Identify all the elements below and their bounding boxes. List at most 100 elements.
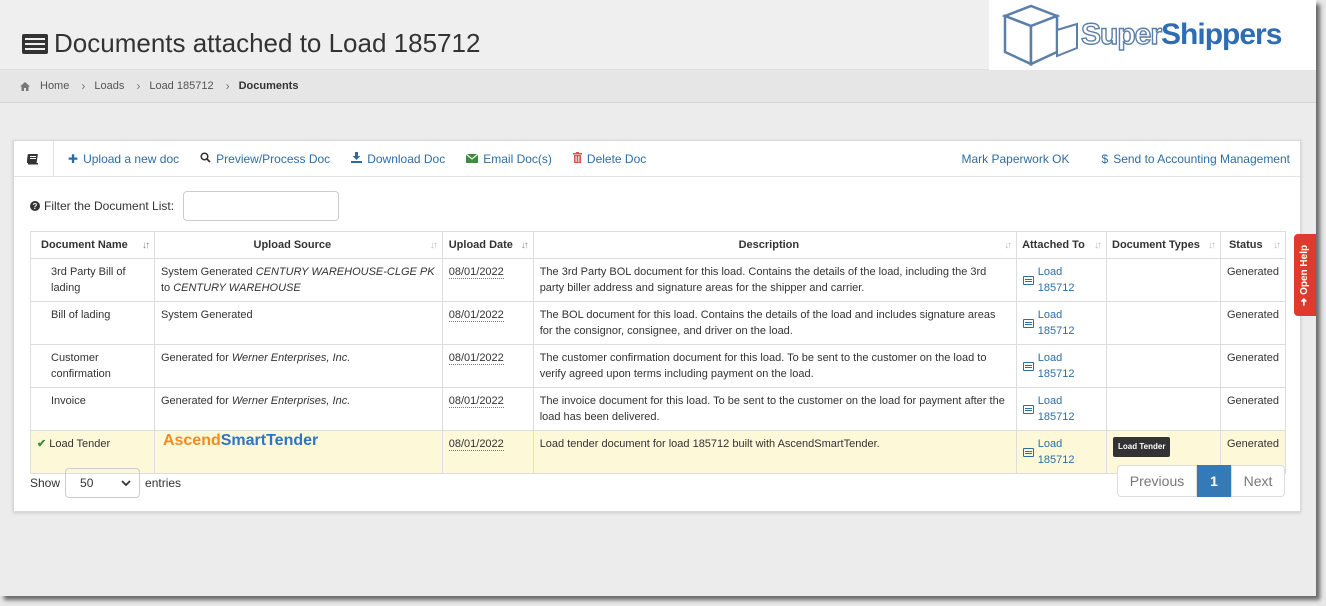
envelope-icon <box>465 152 479 166</box>
header-label: Attached To <box>1022 239 1085 251</box>
open-help-text: Open Help <box>1299 244 1311 295</box>
previous-page-button[interactable]: Previous <box>1117 465 1197 497</box>
cell-upload-date: 08/01/2022 <box>441 258 534 302</box>
entries-label: entries <box>145 476 182 490</box>
header-description[interactable]: Description ↓↑ <box>532 231 1018 259</box>
open-help-label: ➜ Open Help <box>1300 244 1311 305</box>
header-upload-source[interactable]: Upload Source ↓↑ <box>153 231 443 259</box>
page-header: Documents attached to Load 185712 SuperS… <box>0 0 1316 70</box>
chevron-right-icon: › <box>225 79 230 93</box>
sort-icon: ↓↑ <box>1004 240 1012 251</box>
attached-load-label: Load 185712 <box>1037 395 1075 423</box>
brand-smarttender: SmartTender <box>220 432 319 449</box>
attached-load-link[interactable]: Load 185712 <box>1023 307 1100 339</box>
source-prefix: System Generated <box>160 266 253 278</box>
cell-description: The customer confirmation document for t… <box>532 344 1018 388</box>
book-icon[interactable] <box>14 140 54 177</box>
cell-document-types <box>1106 344 1221 388</box>
sort-alpha-icon: ↓↑ <box>141 240 150 251</box>
header-document-name[interactable]: Document Name ↓↑ <box>30 231 155 259</box>
sort-icon: ↓↑ <box>1094 240 1102 251</box>
cell-upload-source: System Generated <box>153 301 443 345</box>
source-company: Werner Enterprises, Inc. <box>231 395 351 407</box>
breadcrumb-loads[interactable]: Loads <box>94 80 124 92</box>
attached-load-label: Load 185712 <box>1037 309 1075 337</box>
entries-per-page: Show 50 entries <box>30 468 181 498</box>
page-1-button[interactable]: 1 <box>1197 465 1231 497</box>
list-alt-icon <box>1023 404 1034 414</box>
cell-upload-date: 08/01/2022 <box>441 301 534 345</box>
cell-attached-to: Load 185712 <box>1016 301 1108 345</box>
entries-select[interactable]: 50 <box>65 468 141 498</box>
source-from: CENTURY WAREHOUSE-CLGE PK <box>255 266 435 278</box>
attached-load-link[interactable]: Load 185712 <box>1023 436 1100 468</box>
toolbar: ✚ Upload a new doc Preview/Process Doc Do… <box>14 140 1300 177</box>
upload-doc-label: Upload a new doc <box>83 151 180 166</box>
send-to-accounting-button[interactable]: $ Send to Accounting Management <box>1102 152 1290 166</box>
show-label: Show <box>30 476 61 490</box>
cell-status: Generated <box>1219 387 1287 431</box>
chevron-right-icon: › <box>136 79 141 93</box>
source-prefix: Generated for <box>160 352 229 364</box>
breadcrumb-home[interactable]: Home <box>40 80 69 92</box>
header-label: Document Types <box>1112 239 1200 251</box>
list-alt-icon <box>1023 447 1034 457</box>
table-row[interactable]: 3rd Party Bill of lading System Generate… <box>30 258 1287 302</box>
upload-doc-button[interactable]: ✚ Upload a new doc <box>68 152 179 166</box>
header-status[interactable]: Status ↓↑ <box>1219 231 1287 259</box>
cell-description: The 3rd Party BOL document for this load… <box>532 258 1018 302</box>
table-row[interactable]: Bill of lading System Generated 08/01/20… <box>30 301 1287 345</box>
cell-document-name: Bill of lading <box>30 301 155 345</box>
sort-icon: ↓↑ <box>429 240 438 251</box>
attached-load-link[interactable]: Load 185712 <box>1023 393 1100 425</box>
table-row[interactable]: Customer confirmation Generated for Wern… <box>30 344 1287 388</box>
header-label: Upload Date <box>448 239 513 251</box>
delete-doc-label: Delete Doc <box>586 151 647 166</box>
list-alt-icon <box>1023 361 1034 371</box>
page-title-text: Documents attached to Load 185712 <box>54 28 481 58</box>
trash-icon <box>572 151 582 166</box>
open-help-tab[interactable]: ➜ Open Help <box>1294 234 1316 316</box>
next-page-button[interactable]: Next <box>1231 465 1285 497</box>
attached-load-label: Load 185712 <box>1037 352 1075 380</box>
arrow-up-icon: ➜ <box>1299 297 1311 306</box>
header-document-types[interactable]: Document Types ↓↑ <box>1106 231 1221 259</box>
table-row-selected[interactable]: ✔ Load Tender AscendSmartTender 08/01/202… <box>30 430 1287 474</box>
header-label: Description <box>738 239 800 251</box>
date-value: 08/01/2022 <box>448 438 504 451</box>
cell-status: Generated <box>1219 258 1287 302</box>
toolbar-right: Mark Paperwork OK $ Send to Accounting Ma… <box>947 152 1300 166</box>
logo-word-super: Super <box>1080 17 1162 51</box>
cell-description: Load tender document for load 185712 bui… <box>532 430 1018 474</box>
mark-paperwork-ok-button[interactable]: Mark Paperwork OK <box>961 152 1069 166</box>
cell-description: The invoice document for this load. To b… <box>532 387 1018 431</box>
breadcrumb-load[interactable]: Load 185712 <box>149 80 213 92</box>
preview-doc-button[interactable]: Preview/Process Doc <box>200 152 330 166</box>
table-row[interactable]: Invoice Generated for Werner Enterprises… <box>30 387 1287 431</box>
source-to: CENTURY WAREHOUSE <box>173 282 301 294</box>
table-header-row: Document Name ↓↑ Upload Source ↓↑ Upload D… <box>30 231 1287 259</box>
cell-document-types <box>1106 301 1221 345</box>
chevron-down-icon <box>121 476 131 490</box>
attached-load-link[interactable]: Load 185712 <box>1023 350 1100 382</box>
header-upload-date[interactable]: Upload Date ↓↑ <box>441 231 534 259</box>
cell-document-types <box>1106 387 1221 431</box>
search-icon <box>200 151 211 166</box>
header-attached-to[interactable]: Attached To ↓↑ <box>1016 231 1108 259</box>
date-value: 08/01/2022 <box>448 352 504 365</box>
filter-input[interactable] <box>183 191 340 221</box>
send-to-accounting-label: Send to Accounting Management <box>1113 151 1290 166</box>
cell-document-name: Customer confirmation <box>30 344 155 388</box>
delete-doc-button[interactable]: Delete Doc <box>572 151 647 166</box>
question-circle-icon: ? <box>30 201 40 211</box>
breadcrumb: Home › Loads › Load 185712 › Documents <box>0 70 1316 103</box>
email-doc-button[interactable]: Email Doc(s) <box>465 152 552 166</box>
cell-upload-source: Generated for Werner Enterprises, Inc. <box>153 344 443 388</box>
date-value: 08/01/2022 <box>448 395 504 408</box>
attached-load-link[interactable]: Load 185712 <box>1023 264 1100 296</box>
ascend-smarttender-logo: AscendSmartTender <box>163 432 318 449</box>
cell-status: Generated <box>1219 301 1287 345</box>
sort-icon: ↓↑ <box>1207 240 1216 251</box>
download-doc-button[interactable]: Download Doc <box>351 151 445 166</box>
breadcrumb-documents: Documents <box>238 80 299 92</box>
